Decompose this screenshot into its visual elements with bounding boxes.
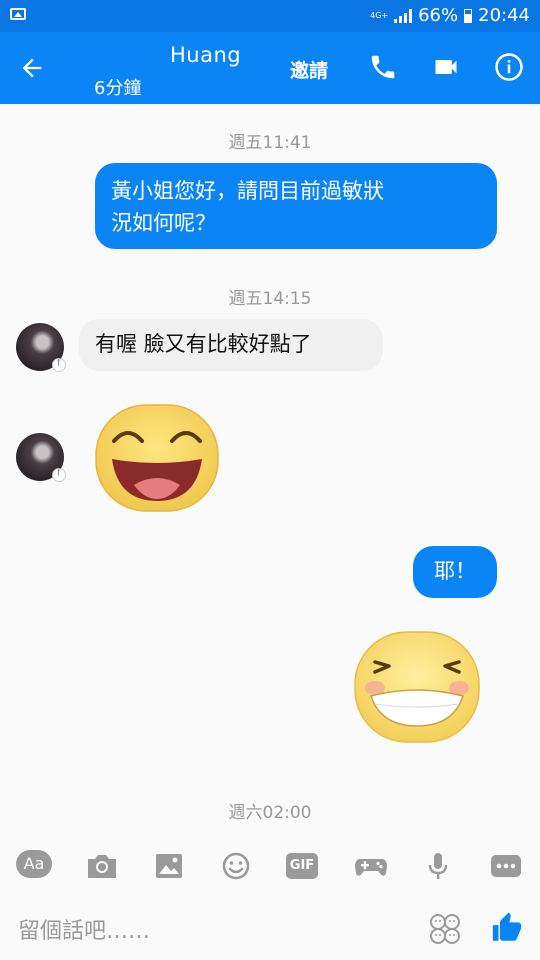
video-call-icon[interactable] xyxy=(432,52,460,82)
incoming-message[interactable]: 有喔 臉又有比較好點了 xyxy=(79,319,383,371)
battery-percent: 66% xyxy=(418,5,459,26)
camera-icon[interactable] xyxy=(84,850,120,882)
battery-icon xyxy=(464,8,473,23)
laughing-face-sticker[interactable] xyxy=(94,403,220,513)
message-composer xyxy=(0,900,540,960)
gif-icon[interactable]: GIF xyxy=(286,853,318,879)
more-icon[interactable] xyxy=(488,850,524,882)
image-icon[interactable] xyxy=(151,850,187,882)
gallery-notification-icon xyxy=(10,8,26,20)
thumbs-up-icon[interactable] xyxy=(490,910,524,946)
signal-icon xyxy=(394,8,413,23)
back-arrow-icon[interactable] xyxy=(18,54,46,82)
last-active: 6分鐘 xyxy=(94,78,142,99)
timestamp: 週五11:41 xyxy=(228,133,312,153)
messenger-badge-icon xyxy=(52,358,66,372)
info-icon[interactable] xyxy=(494,52,524,82)
outgoing-message[interactable]: 耶！ xyxy=(413,546,497,598)
text-style-icon[interactable]: Aa xyxy=(16,850,52,878)
game-controller-icon[interactable] xyxy=(353,850,389,882)
status-bar: 4G+ 66% 20:44 xyxy=(0,0,540,32)
clock: 20:44 xyxy=(478,5,530,26)
status-right: 4G+ 66% 20:44 xyxy=(370,5,530,26)
microphone-icon[interactable] xyxy=(420,850,456,882)
invite-button[interactable]: 邀請 xyxy=(290,56,328,83)
outgoing-message[interactable]: 黃小姐您好，請問目前過敏狀 況如何呢？ xyxy=(95,163,497,249)
composer-toolbar: Aa GIF xyxy=(0,833,540,899)
contact-name[interactable]: Huang xyxy=(170,43,241,67)
phone-call-icon[interactable] xyxy=(368,52,398,82)
avatar[interactable] xyxy=(16,433,66,482)
messenger-badge-icon xyxy=(52,468,66,482)
avatar[interactable] xyxy=(16,323,66,372)
message-text: 況如何呢？ xyxy=(111,211,216,235)
grinning-face-sticker[interactable] xyxy=(353,630,481,744)
message-text: 耶！ xyxy=(434,559,476,583)
timestamp: 週五14:15 xyxy=(228,289,312,309)
timestamp: 週六02:00 xyxy=(228,803,312,823)
network-type: 4G+ xyxy=(370,10,389,20)
message-input[interactable] xyxy=(16,910,400,952)
message-text: 有喔 臉又有比較好點了 xyxy=(95,332,312,356)
chat-header: Huang 6分鐘 邀請 xyxy=(0,32,540,104)
emoji-icon[interactable] xyxy=(218,850,254,882)
message-text: 黃小姐您好，請問目前過敏狀 xyxy=(111,179,384,203)
sticker-icon[interactable] xyxy=(428,912,462,946)
